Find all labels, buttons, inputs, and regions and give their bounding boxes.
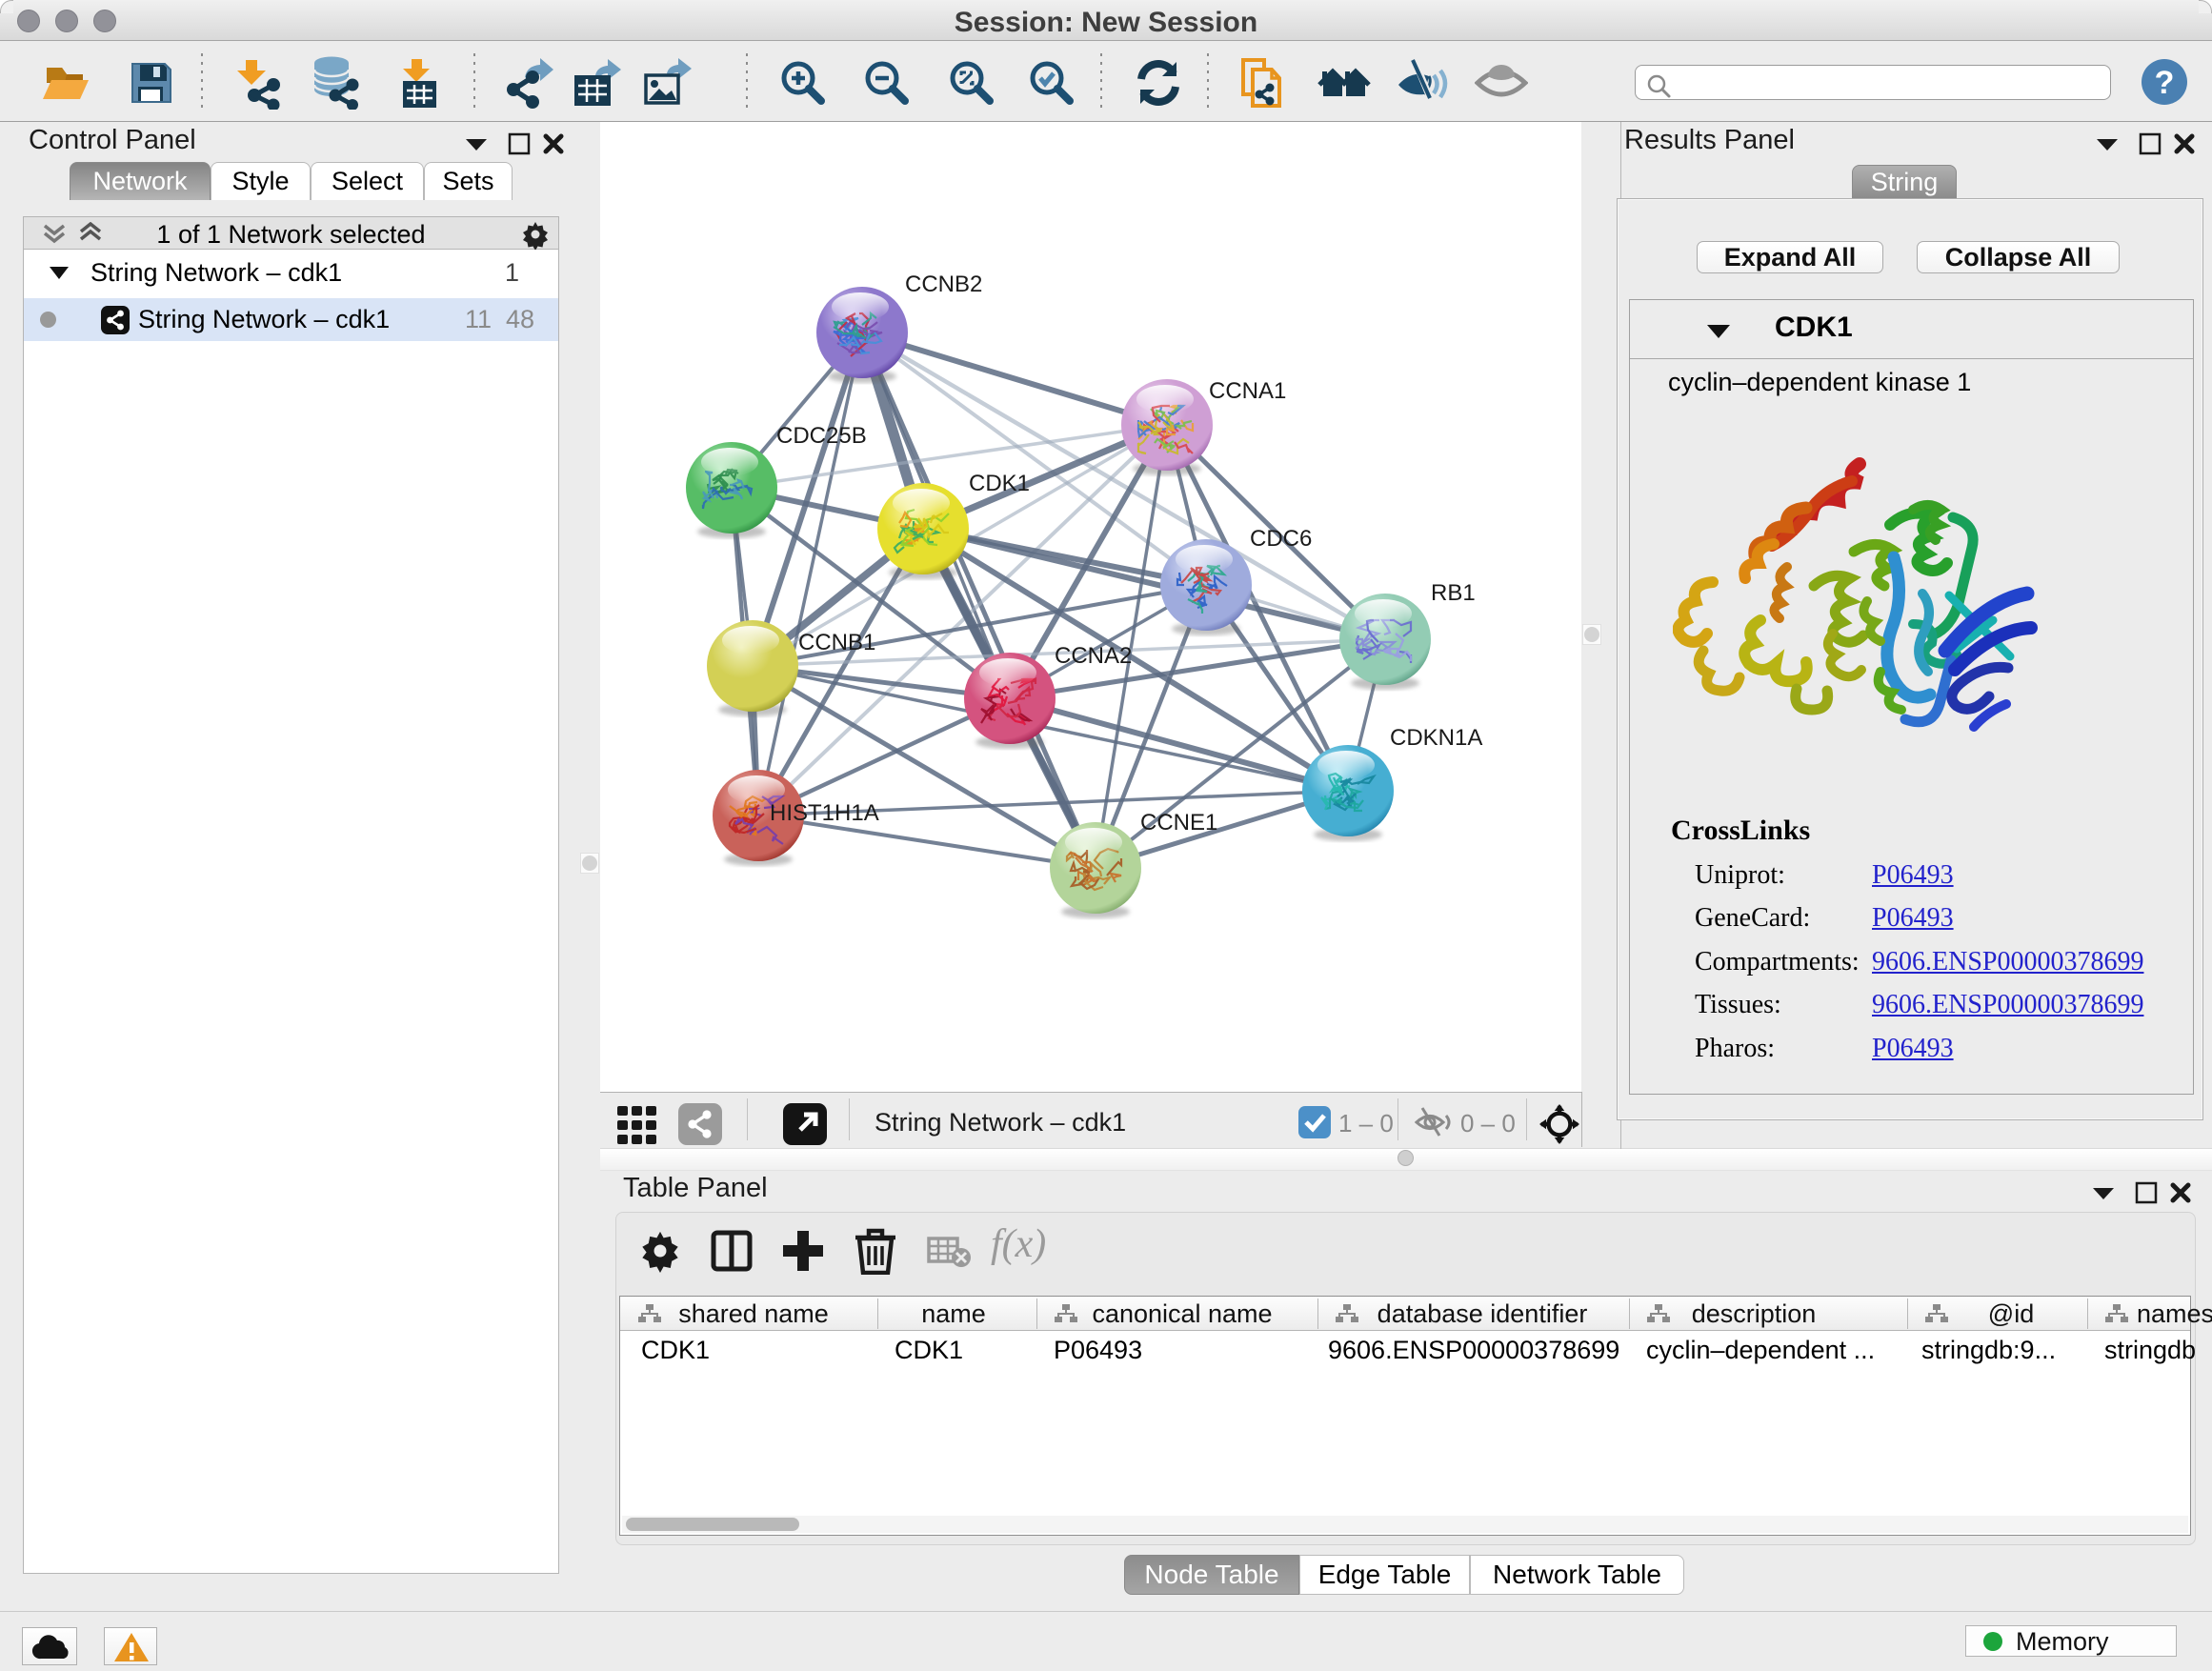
svg-text:CDC25B: CDC25B <box>776 423 867 449</box>
svg-text:CDK1: CDK1 <box>969 471 1030 496</box>
svg-text:CCNA2: CCNA2 <box>1055 643 1132 669</box>
svg-text:CCNA1: CCNA1 <box>1209 378 1286 404</box>
svg-text:CDC6: CDC6 <box>1250 526 1312 552</box>
svg-text:CCNB2: CCNB2 <box>905 272 982 297</box>
svg-text:RB1: RB1 <box>1431 580 1476 606</box>
svg-text:?: ? <box>2155 65 2175 101</box>
svg-text:CDKN1A: CDKN1A <box>1390 725 1482 751</box>
svg-text:CCNE1: CCNE1 <box>1140 810 1217 836</box>
svg-text:CCNB1: CCNB1 <box>798 630 875 655</box>
svg-text:HIST1H1A: HIST1H1A <box>770 800 879 826</box>
